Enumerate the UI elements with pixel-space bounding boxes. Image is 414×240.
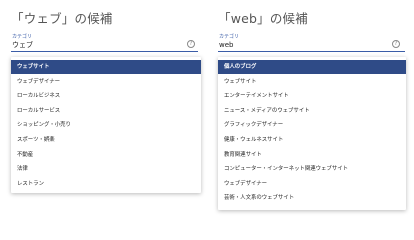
category-field-label: カテゴリ xyxy=(219,34,240,40)
category-suggestion-dropdown: ウェブサイト ウェブデザイナー ローカルビジネス ローカルサービス ショッピング・小売り… xyxy=(11,57,201,193)
help-icon[interactable]: ? xyxy=(392,40,400,48)
suggestion-option[interactable]: グラフィックデザイナー xyxy=(218,118,406,132)
panel-title: 「web」の候補 xyxy=(218,11,308,26)
suggestion-option[interactable]: ウェブサイト xyxy=(218,75,406,89)
help-icon[interactable]: ? xyxy=(187,40,195,48)
suggestion-option[interactable]: 教育関連サイト xyxy=(218,148,406,162)
suggestion-option[interactable]: 不動産 xyxy=(11,148,201,162)
field-underline xyxy=(11,51,198,52)
suggestion-option[interactable]: ニュース・メディアのウェブサイト xyxy=(218,104,406,118)
category-input[interactable]: ウェブ xyxy=(12,41,33,50)
suggestion-option[interactable]: ウェブデザイナー xyxy=(218,177,406,191)
panel-title: 「ウェブ」の候補 xyxy=(11,11,113,26)
suggestion-option[interactable]: レストラン xyxy=(11,177,201,191)
suggestion-option[interactable]: ウェブサイト xyxy=(11,60,201,74)
suggestion-option[interactable]: 法律 xyxy=(11,162,201,176)
suggestion-option[interactable]: 芸術・人文系のウェブサイト xyxy=(218,191,406,205)
category-suggestion-dropdown: 個人のブログ ウェブサイト エンターテイメントサイト ニュース・メディアのウェブサイト… xyxy=(218,57,406,210)
suggestion-option[interactable]: スポーツ・娯楽 xyxy=(11,133,201,147)
suggestion-option[interactable]: ウェブデザイナー xyxy=(11,75,201,89)
field-underline xyxy=(218,51,405,52)
category-field-label: カテゴリ xyxy=(12,34,33,40)
suggestion-option[interactable]: 個人のブログ xyxy=(218,60,406,74)
suggestion-option[interactable]: ローカルビジネス xyxy=(11,89,201,103)
page: 「ウェブ」の候補 カテゴリ ウェブ ? ウェブサイト ウェブデザイナー ローカルビジ… xyxy=(0,0,414,215)
suggestion-option[interactable]: ローカルサービス xyxy=(11,104,201,118)
suggestion-option[interactable]: 健康・ウェルネスサイト xyxy=(218,133,406,147)
suggestion-option[interactable]: ショッピング・小売り xyxy=(11,118,201,132)
suggestion-option[interactable]: エンターテイメントサイト xyxy=(218,89,406,103)
category-input[interactable]: web xyxy=(219,41,233,50)
suggestion-option[interactable]: コンピューター・インターネット関連ウェブサイト xyxy=(218,162,406,176)
